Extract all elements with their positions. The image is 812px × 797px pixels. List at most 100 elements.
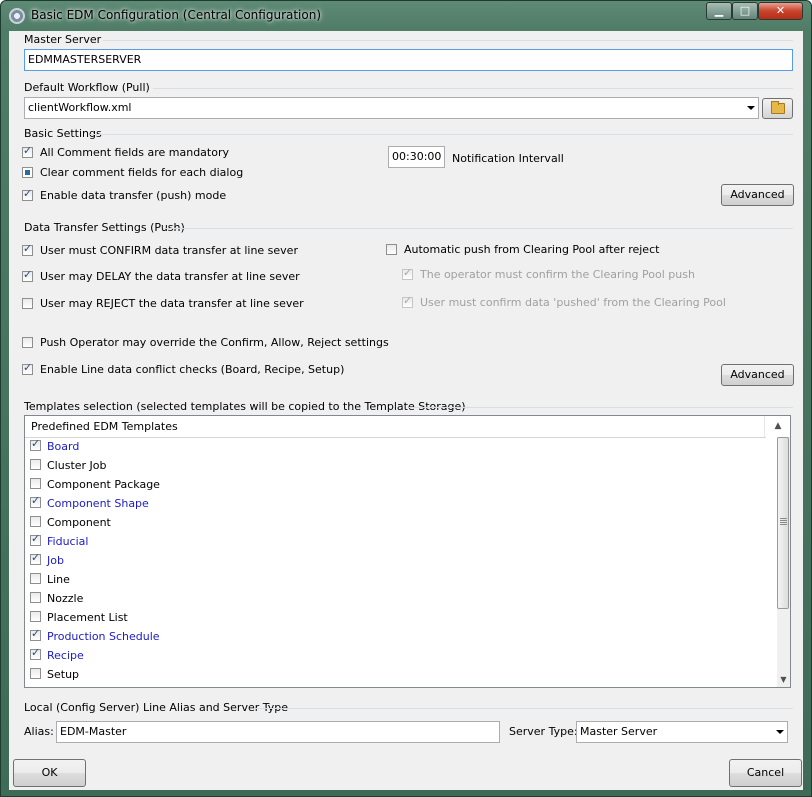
basic-advanced-button[interactable]: Advanced [721,184,794,206]
grip-icon [780,518,787,526]
template-item-label: Job [47,554,64,567]
override-settings-checkbox[interactable] [22,337,33,348]
master-server-label: Master Server [24,33,102,46]
delay-transfer-checkbox[interactable] [22,268,33,282]
cancel-button[interactable]: Cancel [729,759,802,787]
template-list-item[interactable]: Cluster Job [25,456,775,475]
operator-confirm-checkbox[interactable] [402,266,413,280]
basic-settings-divider [90,134,793,135]
template-list-item[interactable]: Recipe [25,646,775,665]
operator-confirm-label: The operator must confirm the Clearing P… [420,268,695,281]
scrollbar-thumb[interactable] [777,437,789,609]
template-checkbox[interactable] [30,532,41,546]
template-list-item[interactable]: Component [25,513,775,532]
local-config-divider [254,708,793,709]
template-item-label: Component Package [47,478,160,491]
scroll-down-icon[interactable]: ▼ [777,673,790,687]
data-transfer-label: Data Transfer Settings (Push) [24,221,185,234]
delay-transfer-label: User may DELAY the data transfer at line… [40,270,300,283]
master-server-divider [103,40,793,41]
notification-interval-label: Notification Intervall [452,152,564,165]
maximize-button[interactable]: □ [732,2,758,20]
template-checkbox[interactable] [30,668,41,679]
user-confirm-pushed-checkbox[interactable] [402,294,413,308]
app-gear-icon [9,8,25,24]
templates-column-header[interactable]: Predefined EDM Templates [25,416,766,438]
user-confirm-pushed-label: User must confirm data 'pushed' from the… [420,296,726,309]
default-workflow-label: Default Workflow (Pull) [24,81,150,94]
template-checkbox[interactable] [30,573,41,584]
templates-list[interactable]: Predefined EDM Templates ▲ Board Cluster … [24,415,791,688]
template-checkbox[interactable] [30,611,41,622]
server-type-select[interactable]: Master Server [576,721,788,743]
templates-scrollbar[interactable]: ▼ [777,437,790,687]
conflict-checks-label: Enable Line data conflict checks (Board,… [40,363,345,376]
template-checkbox[interactable] [30,646,41,660]
template-list-item[interactable]: Production Schedule [25,627,775,646]
enable-push-label: Enable data transfer (push) mode [40,189,227,202]
clear-comments-label: Clear comment fields for each dialog [40,166,244,179]
dialog-client-area: Master Server EDMMASTERSERVER Default Wo… [9,31,803,790]
template-list-item[interactable]: Board [25,437,775,456]
template-checkbox[interactable] [30,494,41,508]
confirm-transfer-label: User must CONFIRM data transfer at line … [40,244,298,257]
auto-push-checkbox[interactable] [386,244,397,255]
template-checkbox[interactable] [30,478,41,489]
chevron-up-icon: ▲ [774,421,782,431]
template-item-label: Setup [47,668,80,681]
auto-push-label: Automatic push from Clearing Pool after … [404,243,660,256]
ok-button[interactable]: OK [13,759,86,787]
template-list-item[interactable]: Component Shape [25,494,775,513]
default-workflow-divider [153,88,793,89]
template-item-label: Nozzle [47,592,84,605]
window-title: Basic EDM Configuration (Central Configu… [31,8,322,22]
template-item-label: Recipe [47,649,84,662]
template-item-label: Cluster Job [47,459,107,472]
mandatory-comments-label: All Comment fields are mandatory [40,146,229,159]
template-list-item[interactable]: Job [25,551,775,570]
template-checkbox[interactable] [30,516,41,527]
notification-interval-input[interactable]: 00:30:00 [388,146,445,168]
template-list-item[interactable]: Placement List [25,608,775,627]
template-list-item[interactable]: Setup [25,665,775,684]
template-list-item[interactable]: Fiducial [25,532,775,551]
template-list-item[interactable]: Line [25,570,775,589]
template-item-label: Placement List [47,611,128,624]
default-workflow-select[interactable]: clientWorkflow.xml [24,97,759,119]
reject-transfer-checkbox[interactable] [22,298,33,309]
template-checkbox[interactable] [30,459,41,470]
template-item-label: Fiducial [47,535,89,548]
master-server-input[interactable]: EDMMASTERSERVER [24,49,793,71]
browse-folder-button[interactable] [762,98,793,119]
chevron-down-icon [776,730,784,734]
close-button[interactable]: ✕ [758,2,803,20]
title-bar[interactable]: Basic EDM Configuration (Central Configu… [1,1,811,31]
alias-label: Alias: [24,725,54,738]
reject-transfer-label: User may REJECT the data transfer at lin… [40,297,304,310]
server-type-label: Server Type: [509,725,578,738]
templates-column-header-label: Predefined EDM Templates [31,420,178,433]
default-workflow-value: clientWorkflow.xml [28,101,132,114]
confirm-transfer-checkbox[interactable] [22,242,33,256]
local-config-label: Local (Config Server) Line Alias and Ser… [24,701,288,714]
mandatory-comments-checkbox[interactable] [22,144,33,158]
template-checkbox[interactable] [30,592,41,603]
template-item-label: Board [47,440,80,453]
minimize-button[interactable]: ▁ [706,2,732,20]
template-list-item[interactable]: Nozzle [25,589,775,608]
clear-comments-checkbox[interactable] [22,167,33,178]
template-checkbox[interactable] [30,551,41,565]
template-checkbox[interactable] [30,627,41,641]
server-type-value: Master Server [580,725,658,738]
enable-push-checkbox[interactable] [22,187,33,201]
template-checkbox[interactable] [30,437,41,451]
template-list-item[interactable]: Component Package [25,475,775,494]
conflict-checks-checkbox[interactable] [22,361,33,375]
template-item-label: Component [47,516,111,529]
transfer-advanced-button[interactable]: Advanced [721,364,794,386]
alias-input[interactable]: EDM-Master [56,721,500,743]
template-item-label: Production Schedule [47,630,160,643]
override-settings-label: Push Operator may override the Confirm, … [40,336,389,349]
dialog-window: Basic EDM Configuration (Central Configu… [0,0,812,797]
templates-divider [409,407,793,408]
